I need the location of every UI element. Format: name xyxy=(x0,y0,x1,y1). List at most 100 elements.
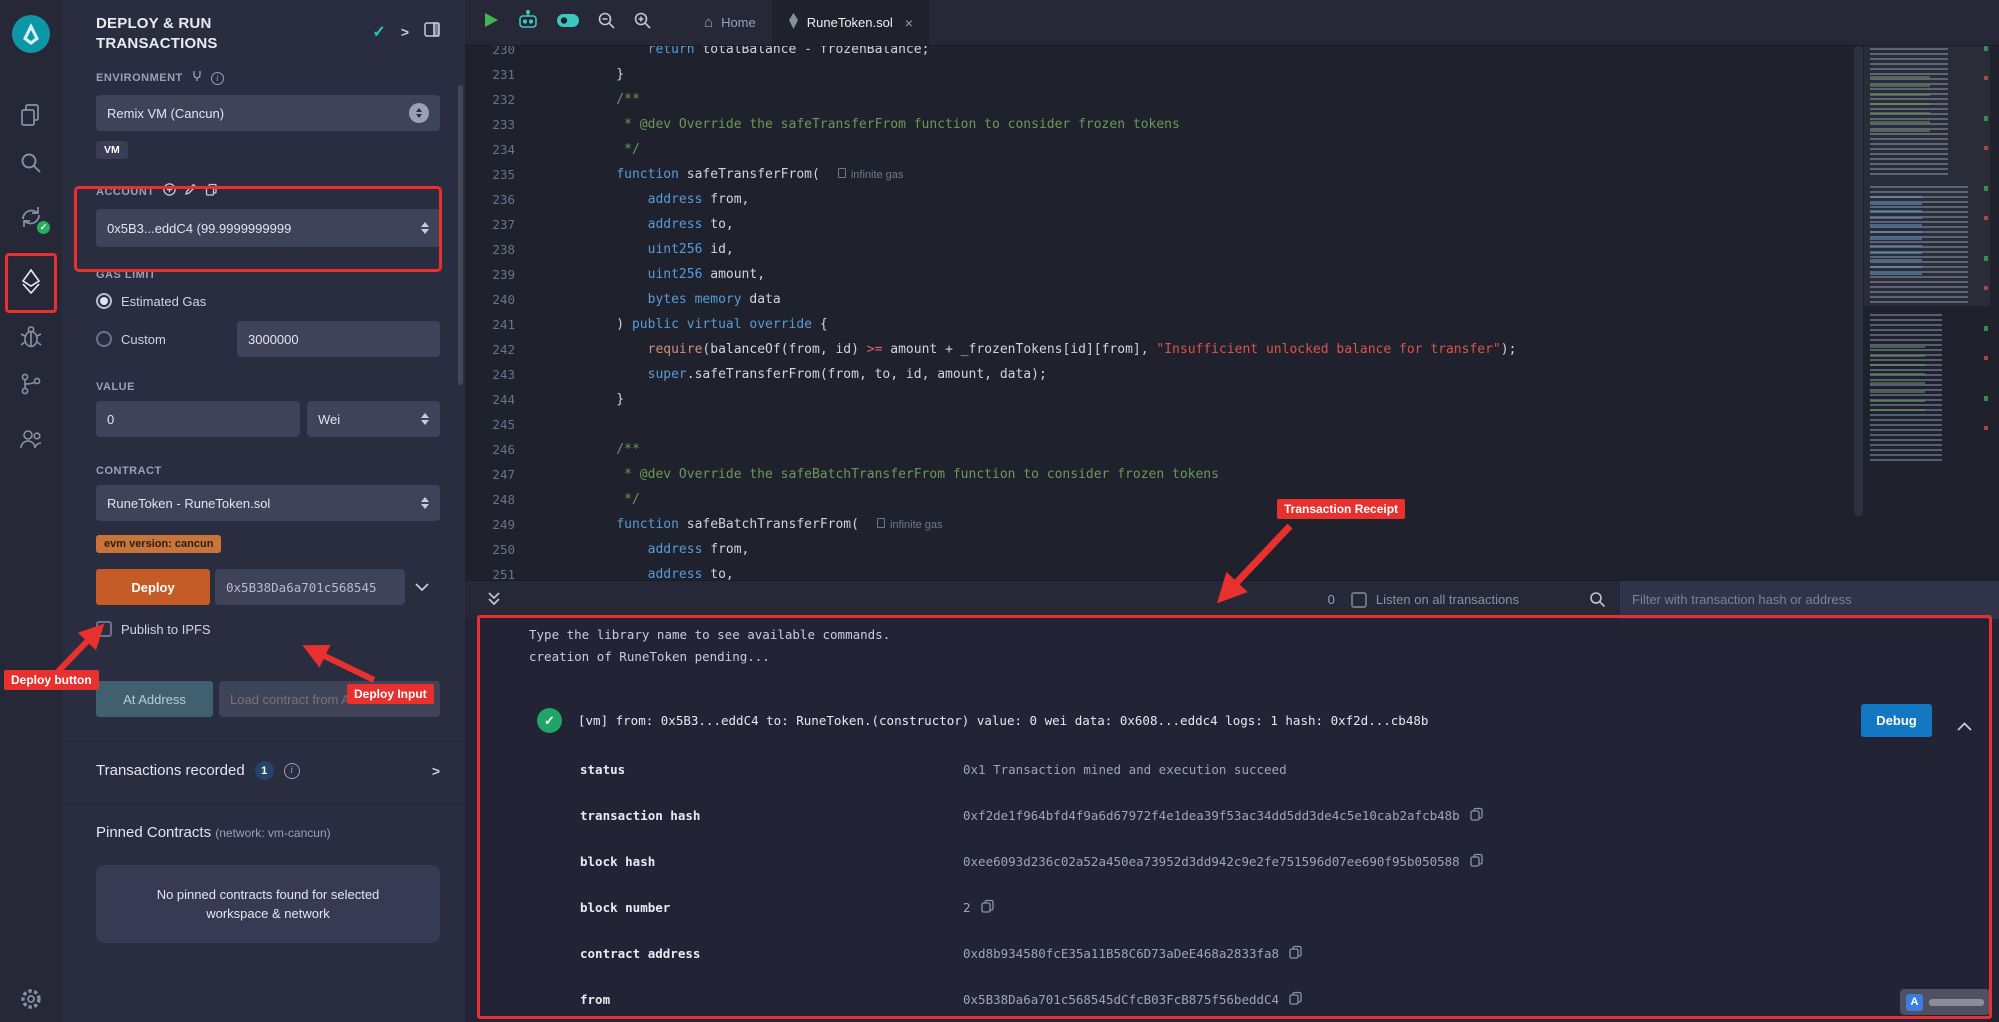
code-line[interactable]: * @dev Override the safeBatchTransferFro… xyxy=(585,462,1849,487)
zoom-out-icon[interactable] xyxy=(597,11,616,35)
ai-copilot-icon[interactable] xyxy=(517,10,539,35)
receipt-row: contract address 0xd8b934580fcE35a11B58C… xyxy=(580,930,1969,976)
custom-gas-radio[interactable] xyxy=(96,331,112,347)
code-line[interactable]: function safeTransferFrom(infinite gas xyxy=(585,162,1849,187)
remix-logo[interactable] xyxy=(11,14,51,54)
value-input[interactable] xyxy=(96,401,300,437)
terminal-line: Type the library name to see available c… xyxy=(529,624,890,646)
receipt-label: block hash xyxy=(580,854,963,869)
code-line[interactable]: } xyxy=(585,62,1849,87)
file-explorer-icon[interactable] xyxy=(18,102,44,128)
custom-gas-input[interactable] xyxy=(237,321,440,357)
transaction-summary-row[interactable]: ✓ [vm] from: 0x5B3...eddC4 to: RuneToken… xyxy=(537,708,1428,733)
tab-runetoken[interactable]: RuneToken.sol × xyxy=(772,0,929,45)
divider xyxy=(62,804,465,805)
zoom-in-icon[interactable] xyxy=(633,11,652,35)
expand-terminal-icon[interactable] xyxy=(487,591,501,609)
fork-icon[interactable] xyxy=(191,69,203,87)
listen-all-checkbox[interactable] xyxy=(1351,592,1367,608)
solidity-compiler-icon[interactable]: ✓ xyxy=(18,204,44,230)
contract-select[interactable]: RuneToken - RuneToken.sol xyxy=(96,485,440,521)
editor-scrollbar[interactable] xyxy=(1854,46,1863,516)
terminal-filter-input[interactable]: Filter with transaction hash or address xyxy=(1620,581,1999,619)
line-number: 232 xyxy=(465,87,515,112)
transactions-expand-icon[interactable]: > xyxy=(432,763,440,779)
gas-limit-label: GAS LIMIT xyxy=(96,269,156,281)
at-address-button[interactable]: At Address xyxy=(96,681,213,717)
code-line[interactable]: address from, xyxy=(585,537,1849,562)
estimated-gas-radio[interactable] xyxy=(96,293,112,309)
receipt-value: 2 xyxy=(963,900,971,915)
code-line[interactable]: address to, xyxy=(585,562,1849,580)
account-select[interactable]: 0x5B3...eddC4 (99.9999999999 xyxy=(96,209,440,247)
code-line[interactable]: super.safeTransferFrom(from, to, id, amo… xyxy=(585,362,1849,387)
copy-icon[interactable] xyxy=(1289,945,1302,962)
pin-check-icon[interactable]: ✓ xyxy=(372,22,385,42)
transactions-recorded-label: Transactions recorded xyxy=(96,762,245,779)
code-line[interactable]: /** xyxy=(585,437,1849,462)
run-script-icon[interactable] xyxy=(483,11,500,34)
code-line[interactable]: uint256 id, xyxy=(585,237,1849,262)
copy-icon[interactable] xyxy=(1470,807,1483,824)
gas-estimate-ghost: infinite gas xyxy=(851,169,904,181)
debug-button[interactable]: Debug xyxy=(1861,704,1932,737)
account-stepper-icon[interactable] xyxy=(415,222,429,234)
code-line[interactable]: */ xyxy=(585,487,1849,512)
environment-stepper-icon[interactable] xyxy=(409,103,429,123)
plugin-manager-icon[interactable] xyxy=(18,426,44,452)
line-number: 249 xyxy=(465,512,515,537)
code-line[interactable]: return totalBalance - frozenBalance; xyxy=(585,46,1849,62)
edit-account-icon[interactable] xyxy=(184,183,197,201)
code-line[interactable]: bytes memory data xyxy=(585,287,1849,312)
close-tab-icon[interactable]: × xyxy=(905,15,913,31)
toggle-panel-icon[interactable] xyxy=(424,22,440,42)
copy-account-icon[interactable] xyxy=(205,183,218,201)
unit-stepper-icon[interactable] xyxy=(415,413,429,425)
transaction-count: 0 xyxy=(1328,592,1335,607)
transactions-info-icon[interactable]: i xyxy=(284,763,300,779)
publish-ipfs-checkbox[interactable] xyxy=(96,621,112,637)
minimap[interactable] xyxy=(1864,46,1990,580)
copy-icon[interactable] xyxy=(1470,853,1483,870)
receipt-value: 0xf2de1f964bfd4f9a6d67972f4e1dea39f53ac3… xyxy=(963,808,1460,823)
search-icon[interactable] xyxy=(18,150,44,176)
copilot-toggle-icon[interactable] xyxy=(556,12,580,33)
environment-select[interactable]: Remix VM (Cancun) xyxy=(96,95,440,131)
at-address-input[interactable] xyxy=(219,681,440,717)
add-account-icon[interactable] xyxy=(163,183,176,201)
code-line[interactable]: function safeBatchTransferFrom(infinite … xyxy=(585,512,1849,537)
code-line[interactable]: address from, xyxy=(585,187,1849,212)
expand-panel-icon[interactable]: > xyxy=(401,24,409,40)
tab-home[interactable]: ⌂ Home xyxy=(688,0,772,45)
code-line[interactable]: uint256 amount, xyxy=(585,262,1849,287)
code-line[interactable]: /** xyxy=(585,87,1849,112)
copy-icon[interactable] xyxy=(1289,991,1302,1008)
deploy-input[interactable] xyxy=(215,569,405,605)
code-line[interactable]: require(balanceOf(from, id) >= amount + … xyxy=(585,337,1849,362)
deploy-button[interactable]: Deploy xyxy=(96,569,210,605)
deploy-expand-chevron-icon[interactable] xyxy=(410,583,434,592)
value-unit-select[interactable]: Wei xyxy=(307,401,440,437)
debugger-icon[interactable] xyxy=(18,324,44,350)
deploy-run-icon[interactable] xyxy=(18,268,44,294)
collapse-receipt-icon[interactable] xyxy=(1957,716,1972,735)
copy-icon[interactable] xyxy=(981,899,994,916)
contract-stepper-icon[interactable] xyxy=(415,497,429,509)
receipt-row: block number 2 xyxy=(580,884,1969,930)
pinned-contracts-label: Pinned Contracts xyxy=(96,824,211,841)
code-editor[interactable]: return totalBalance - frozenBalance; } /… xyxy=(585,46,1849,580)
code-line[interactable]: */ xyxy=(585,137,1849,162)
line-number: 242 xyxy=(465,337,515,362)
terminal-search-icon[interactable] xyxy=(1589,591,1606,608)
compile-success-badge: ✓ xyxy=(37,221,50,234)
code-line[interactable]: * @dev Override the safeTransferFrom fun… xyxy=(585,112,1849,137)
panel-scrollbar[interactable] xyxy=(458,85,463,385)
gas-doc-icon xyxy=(838,168,846,178)
code-line[interactable] xyxy=(585,412,1849,437)
code-line[interactable]: } xyxy=(585,387,1849,412)
code-line[interactable]: address to, xyxy=(585,212,1849,237)
code-line[interactable]: ) public virtual override { xyxy=(585,312,1849,337)
environment-info-icon[interactable]: i xyxy=(211,72,224,85)
source-control-icon[interactable] xyxy=(18,371,44,397)
settings-icon[interactable] xyxy=(18,986,44,1012)
